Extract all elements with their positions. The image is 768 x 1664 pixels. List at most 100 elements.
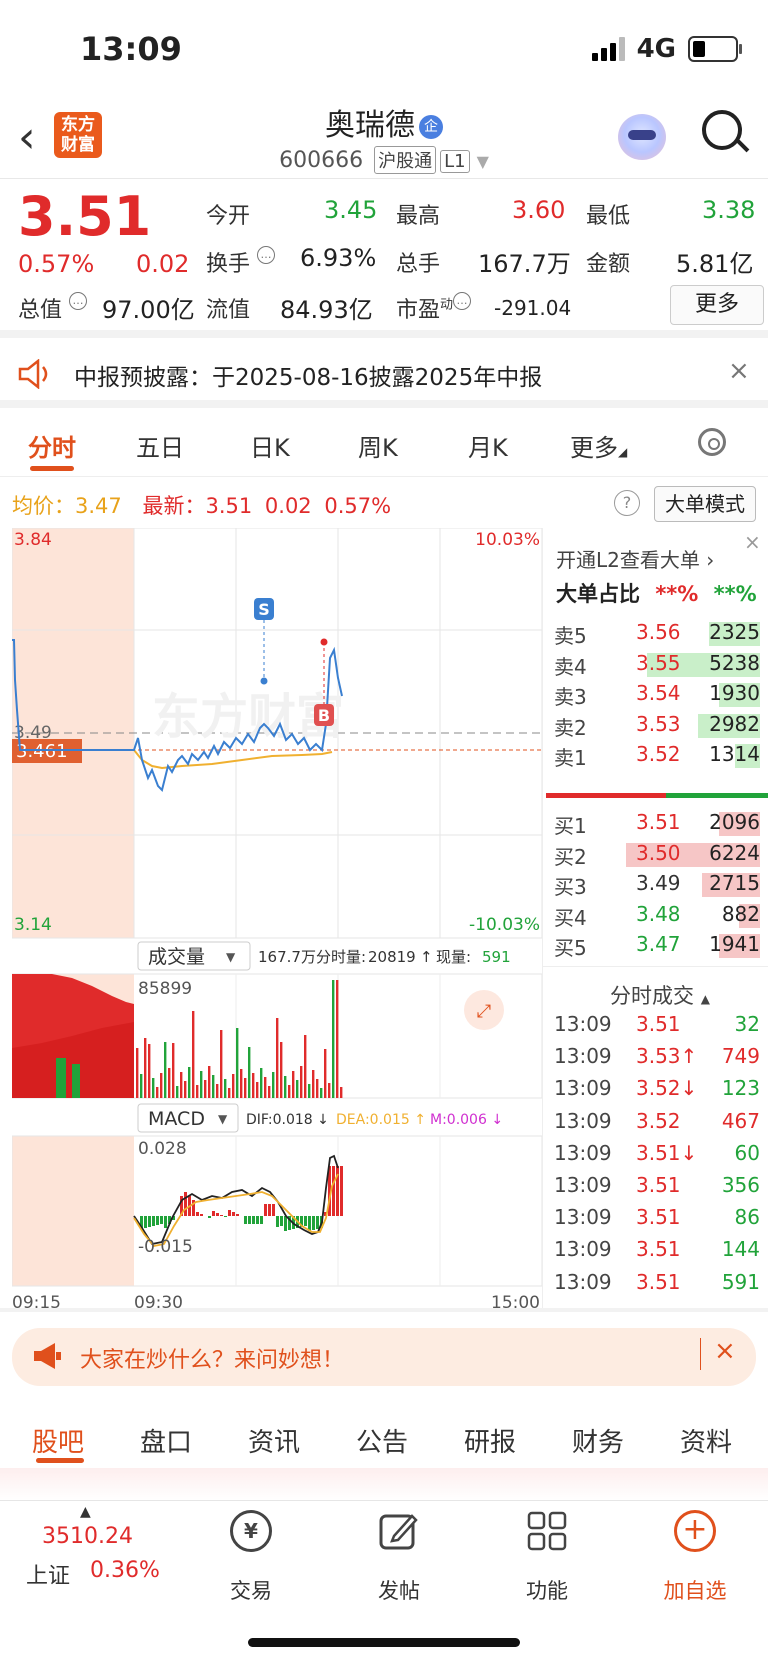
- time-axis-close: 15:00: [491, 1293, 540, 1308]
- trade-time: 13:09: [554, 1012, 612, 1036]
- buy-order-row[interactable]: 买4 3.48 882: [554, 900, 760, 932]
- header-divider: [0, 178, 768, 179]
- tab-news[interactable]: 资讯: [248, 1422, 300, 1459]
- buy-order-row[interactable]: 买2 3.50 6224: [554, 839, 760, 871]
- ask-text[interactable]: 大家在炒什么？来问妙想！: [80, 1342, 344, 1374]
- add-watchlist-icon[interactable]: +: [674, 1510, 716, 1552]
- order-level: 卖1: [554, 746, 587, 770]
- time-axis-start: 09:15: [12, 1293, 61, 1308]
- tab-weekly-k[interactable]: 周K: [358, 428, 398, 463]
- section-divider: [0, 1308, 768, 1312]
- macd-m: M:0.006 ↓: [430, 1112, 503, 1128]
- trade-volume: 123: [721, 1076, 760, 1101]
- sell-order-row[interactable]: 卖1 3.52 1314: [554, 740, 760, 772]
- buy-order-row[interactable]: 买1 3.51 2096: [554, 808, 760, 840]
- order-price: 3.53: [636, 711, 681, 736]
- tab-handicap[interactable]: 盘口: [140, 1422, 192, 1459]
- notice-text[interactable]: 中报预披露：于2025-08-16披露2025年中报: [74, 358, 542, 392]
- macd-bar: [200, 1214, 203, 1216]
- sell-order-row[interactable]: 卖2 3.53 2982: [554, 710, 760, 742]
- change-amount: 0.02: [136, 250, 190, 278]
- macd-bar: [260, 1216, 263, 1224]
- nav-add-watchlist[interactable]: 加自选: [655, 1575, 735, 1605]
- macd-bar: [332, 1166, 335, 1216]
- latest-change: 0.02: [264, 494, 312, 518]
- tab-finance[interactable]: 财务: [572, 1422, 624, 1459]
- search-icon[interactable]: [702, 110, 742, 150]
- tab-research[interactable]: 研报: [464, 1422, 516, 1459]
- macd-bar: [236, 1214, 239, 1216]
- volume-bar: [336, 980, 339, 1098]
- fen-label: 分时量:: [316, 948, 366, 966]
- macd-bar: [304, 1216, 307, 1226]
- status-time: 13:09: [80, 30, 182, 68]
- volume-bar: [180, 1072, 183, 1098]
- nav-function[interactable]: 功能: [507, 1575, 587, 1605]
- buy-order-row[interactable]: 买3 3.49 2715: [554, 869, 760, 901]
- tab-five-day[interactable]: 五日: [136, 428, 184, 463]
- macd-bar: [252, 1216, 255, 1224]
- tab-daily-k[interactable]: 日K: [250, 428, 290, 463]
- close-icon[interactable]: ×: [714, 1336, 736, 1366]
- buy-marker-label: B: [318, 706, 330, 725]
- grid-icon[interactable]: [526, 1510, 568, 1552]
- low-label: 最低: [586, 204, 631, 229]
- volume-bar: [232, 1074, 235, 1098]
- sell-order-row[interactable]: 卖3 3.54 1930: [554, 679, 760, 711]
- tab-intraday[interactable]: 分时: [28, 428, 76, 463]
- volume-bar: [156, 1087, 159, 1098]
- close-icon[interactable]: ×: [728, 356, 750, 386]
- nav-trade[interactable]: 交易: [211, 1575, 291, 1605]
- info-icon[interactable]: …: [257, 246, 276, 264]
- help-icon[interactable]: ?: [614, 490, 640, 516]
- volume-bar: [212, 1075, 215, 1098]
- turnover-value: 6.93%: [300, 244, 377, 272]
- tab-profile[interactable]: 资料: [680, 1422, 732, 1459]
- volume-bar: [308, 1084, 311, 1098]
- trade-time: 13:09: [554, 1205, 612, 1230]
- big-order-mode-button[interactable]: 大单模式: [654, 486, 756, 522]
- tab-forum[interactable]: 股吧: [32, 1422, 84, 1459]
- cursor-price-value: 3.461: [16, 741, 68, 762]
- sell-order-row[interactable]: 卖5 3.56 2325: [554, 618, 760, 650]
- tab-more[interactable]: 更多◢: [570, 428, 627, 463]
- volume-bar: [164, 1042, 167, 1098]
- more-button[interactable]: 更多: [670, 285, 764, 325]
- index-pct: 0.36%: [90, 1558, 160, 1583]
- trades-title[interactable]: 分时成交 ▲: [610, 980, 710, 1010]
- volume-bar: [244, 1078, 247, 1098]
- volume-bar: [236, 1028, 239, 1098]
- index-value[interactable]: 3510.24: [42, 1524, 133, 1549]
- volume-bar: [260, 1068, 263, 1098]
- intraday-charts[interactable]: 东方财富 3.84 10.03% 3.14 -10.03% 3.49 3.461…: [12, 528, 542, 1308]
- volume-bar: [228, 1088, 231, 1098]
- post-icon[interactable]: [378, 1510, 420, 1552]
- macd-bar: [280, 1216, 283, 1226]
- gear-icon[interactable]: [698, 428, 726, 456]
- trade-volume: 749: [721, 1044, 760, 1069]
- trade-price: 3.53↑: [636, 1044, 698, 1069]
- tab-monthly-k[interactable]: 月K: [468, 428, 508, 463]
- order-volume: 2982: [709, 711, 760, 736]
- sell-order-row[interactable]: 卖4 3.55 5238: [554, 649, 760, 681]
- nav-post[interactable]: 发帖: [359, 1575, 439, 1605]
- l2-promo[interactable]: 开通L2查看大单 ›: [556, 544, 714, 573]
- ask-divider: [700, 1338, 701, 1370]
- assistant-robot-icon[interactable]: [618, 114, 666, 160]
- tab-announcements[interactable]: 公告: [356, 1422, 408, 1459]
- trade-icon[interactable]: ¥: [230, 1510, 272, 1552]
- auction-volume-bar: [56, 1058, 66, 1098]
- volume-bar: [276, 1018, 279, 1098]
- buy-order-row[interactable]: 买5 3.47 1941: [554, 930, 760, 962]
- volume-bar: [296, 1080, 299, 1098]
- trade-time: 13:09: [554, 1076, 612, 1101]
- volume-bar: [252, 1073, 255, 1098]
- info-icon[interactable]: …: [453, 292, 472, 310]
- close-icon[interactable]: ×: [744, 530, 761, 554]
- feed-peek: [0, 1468, 768, 1500]
- pe-label: 市盈动…: [396, 292, 472, 324]
- trade-time: 13:09: [554, 1269, 612, 1294]
- macd-bar: [340, 1166, 343, 1216]
- high-label: 最高: [396, 204, 441, 229]
- info-icon[interactable]: …: [69, 292, 88, 310]
